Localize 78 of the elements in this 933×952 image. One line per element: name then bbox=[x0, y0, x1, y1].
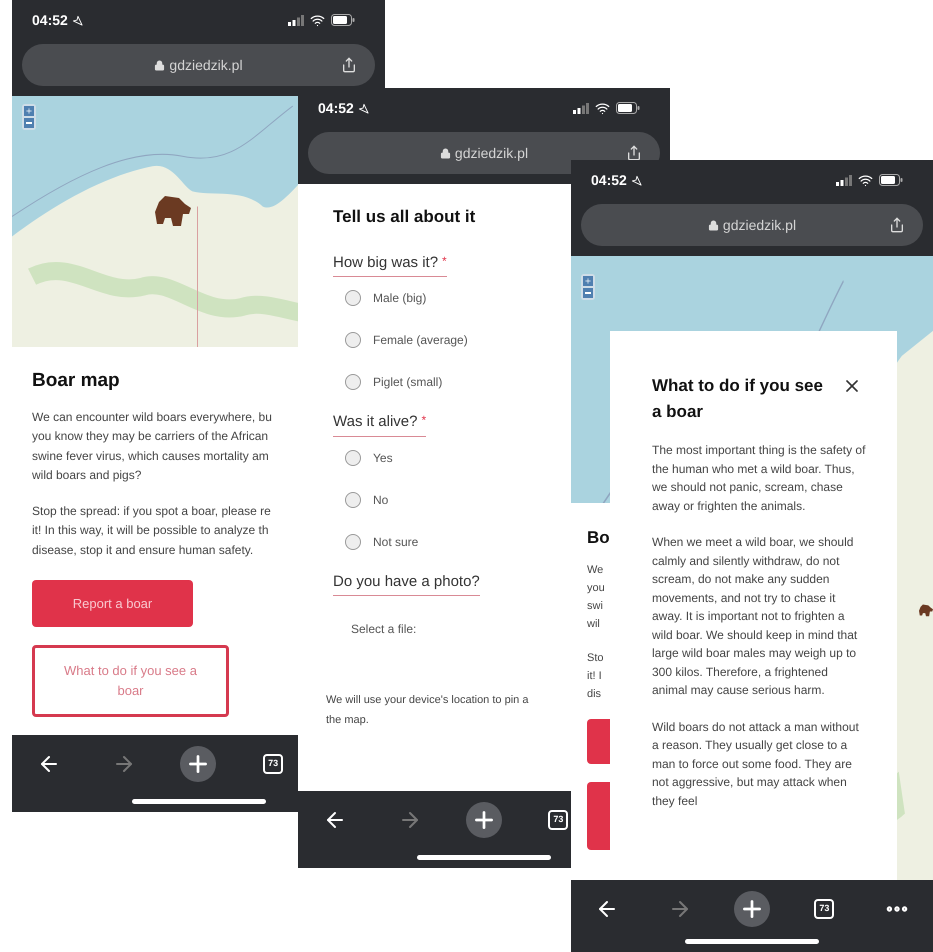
radio-label: Male (big) bbox=[373, 290, 426, 307]
page-heading: Boar map bbox=[32, 369, 120, 393]
info-button[interactable]: What to do if you see a boar bbox=[32, 645, 229, 717]
modal-paragraph: The most important thing is the safety of the human who met a wild boar. Thus, we should not panic, scream, chase away or frighten the animals. bbox=[652, 442, 866, 514]
zoom-in-button[interactable] bbox=[583, 276, 593, 286]
radio-label: Not sure bbox=[373, 534, 418, 550]
body-text-line: wil bbox=[587, 616, 600, 632]
body-text-line: swi bbox=[587, 598, 603, 614]
file-select-label[interactable]: Select a file: bbox=[351, 620, 416, 638]
zoom-out-button[interactable] bbox=[583, 288, 593, 298]
body-text-line: you know they may be carriers of the African bbox=[32, 428, 268, 445]
radio-button[interactable] bbox=[345, 450, 361, 466]
question-label: Do you have a photo? bbox=[333, 570, 480, 596]
battery-icon bbox=[616, 102, 640, 114]
wifi-icon bbox=[310, 12, 325, 28]
body-text-line: wild boars and pigs? bbox=[32, 467, 142, 484]
question-label: How big was it? * bbox=[333, 252, 447, 277]
signal-icon bbox=[288, 14, 304, 26]
signal-icon bbox=[836, 174, 852, 186]
tab-count-button[interactable]: 73 bbox=[263, 754, 284, 774]
form-heading: Tell us all about it bbox=[333, 206, 476, 228]
zoom-in-button[interactable] bbox=[24, 106, 34, 116]
new-tab-button[interactable] bbox=[466, 802, 502, 838]
location-icon bbox=[358, 102, 369, 114]
location-note-line: We will use your device's location to pin a bbox=[326, 693, 528, 708]
status-time: 04:52 bbox=[32, 10, 68, 30]
tab-count-button[interactable]: 73 bbox=[548, 810, 568, 830]
battery-icon bbox=[879, 174, 903, 186]
share-icon[interactable] bbox=[626, 145, 642, 161]
status-time: 04:52 bbox=[318, 98, 354, 118]
radio-label: Female (average) bbox=[373, 332, 468, 349]
wifi-icon bbox=[858, 172, 873, 188]
radio-label: No bbox=[373, 492, 388, 508]
radio-label: Piglet (small) bbox=[373, 374, 442, 391]
tab-count-button[interactable]: 73 bbox=[814, 899, 834, 919]
body-text-line: swine fever virus, which causes mortality am bbox=[32, 448, 269, 464]
boar-marker-icon bbox=[155, 194, 191, 226]
address-bar[interactable]: gdziedzik.pl bbox=[581, 204, 923, 246]
modal-paragraph: When we meet a wild boar, we should calmly and silently withdraw, do not scream, do not make any sudden movements, and not try to chase it away. It is important not to frighten a wild boar. We should keep in mind that large wild boar males may weigh up to 300 kilos. Therefore, a frightened animal may cause serious harm. bbox=[652, 534, 858, 699]
url-text: gdziedzik.pl bbox=[169, 56, 243, 75]
radio-button[interactable] bbox=[345, 534, 361, 550]
modal-paragraph: Wild boars do not attack a man without a reason. They usually get close to a man to force out some food. They are not aggressive, but may attack when they feel bbox=[652, 718, 860, 810]
report-button[interactable]: Report a boar bbox=[32, 580, 193, 627]
url-text: gdziedzik.pl bbox=[722, 216, 796, 235]
location-icon bbox=[630, 174, 642, 186]
page-heading: Bo bbox=[587, 527, 610, 549]
body-text-line: it! In this way, it will be possible to analyze th bbox=[32, 522, 269, 539]
body-text-line: Stop the spread: if you spot a boar, please re bbox=[32, 502, 271, 520]
body-text-line: disease, stop it and ensure human safety. bbox=[32, 542, 254, 558]
address-bar[interactable]: gdziedzik.pl bbox=[308, 132, 660, 174]
address-bar[interactable]: gdziedzik.pl bbox=[22, 44, 375, 86]
radio-button[interactable] bbox=[345, 374, 361, 390]
body-text-line: Sto bbox=[587, 650, 604, 666]
question-label: Was it alive? * bbox=[333, 411, 426, 436]
url-text: gdziedzik.pl bbox=[454, 144, 528, 163]
modal-title: What to do if you see a boar bbox=[652, 375, 824, 423]
body-text-line: you bbox=[587, 580, 605, 596]
lock-icon bbox=[440, 148, 451, 158]
new-tab-button[interactable] bbox=[180, 746, 216, 782]
battery-icon bbox=[331, 14, 355, 26]
radio-button[interactable] bbox=[345, 492, 361, 508]
lock-icon bbox=[154, 60, 166, 70]
body-text-line: dis bbox=[587, 686, 602, 702]
share-icon[interactable] bbox=[889, 217, 905, 233]
lock-icon bbox=[708, 220, 719, 230]
radio-label: Yes bbox=[373, 450, 393, 466]
body-text-line: We bbox=[587, 562, 604, 578]
location-note-line: the map. bbox=[326, 713, 369, 728]
signal-icon bbox=[573, 102, 589, 114]
location-icon bbox=[72, 14, 83, 26]
zoom-out-button[interactable] bbox=[24, 118, 34, 128]
radio-button[interactable] bbox=[345, 332, 361, 348]
wifi-icon bbox=[595, 100, 610, 116]
body-text-line: it! I bbox=[587, 668, 602, 684]
share-icon[interactable] bbox=[341, 57, 357, 73]
radio-button[interactable] bbox=[345, 290, 361, 306]
new-tab-button[interactable] bbox=[734, 891, 770, 927]
body-text-line: We can encounter wild boars everywhere, bu bbox=[32, 408, 272, 426]
